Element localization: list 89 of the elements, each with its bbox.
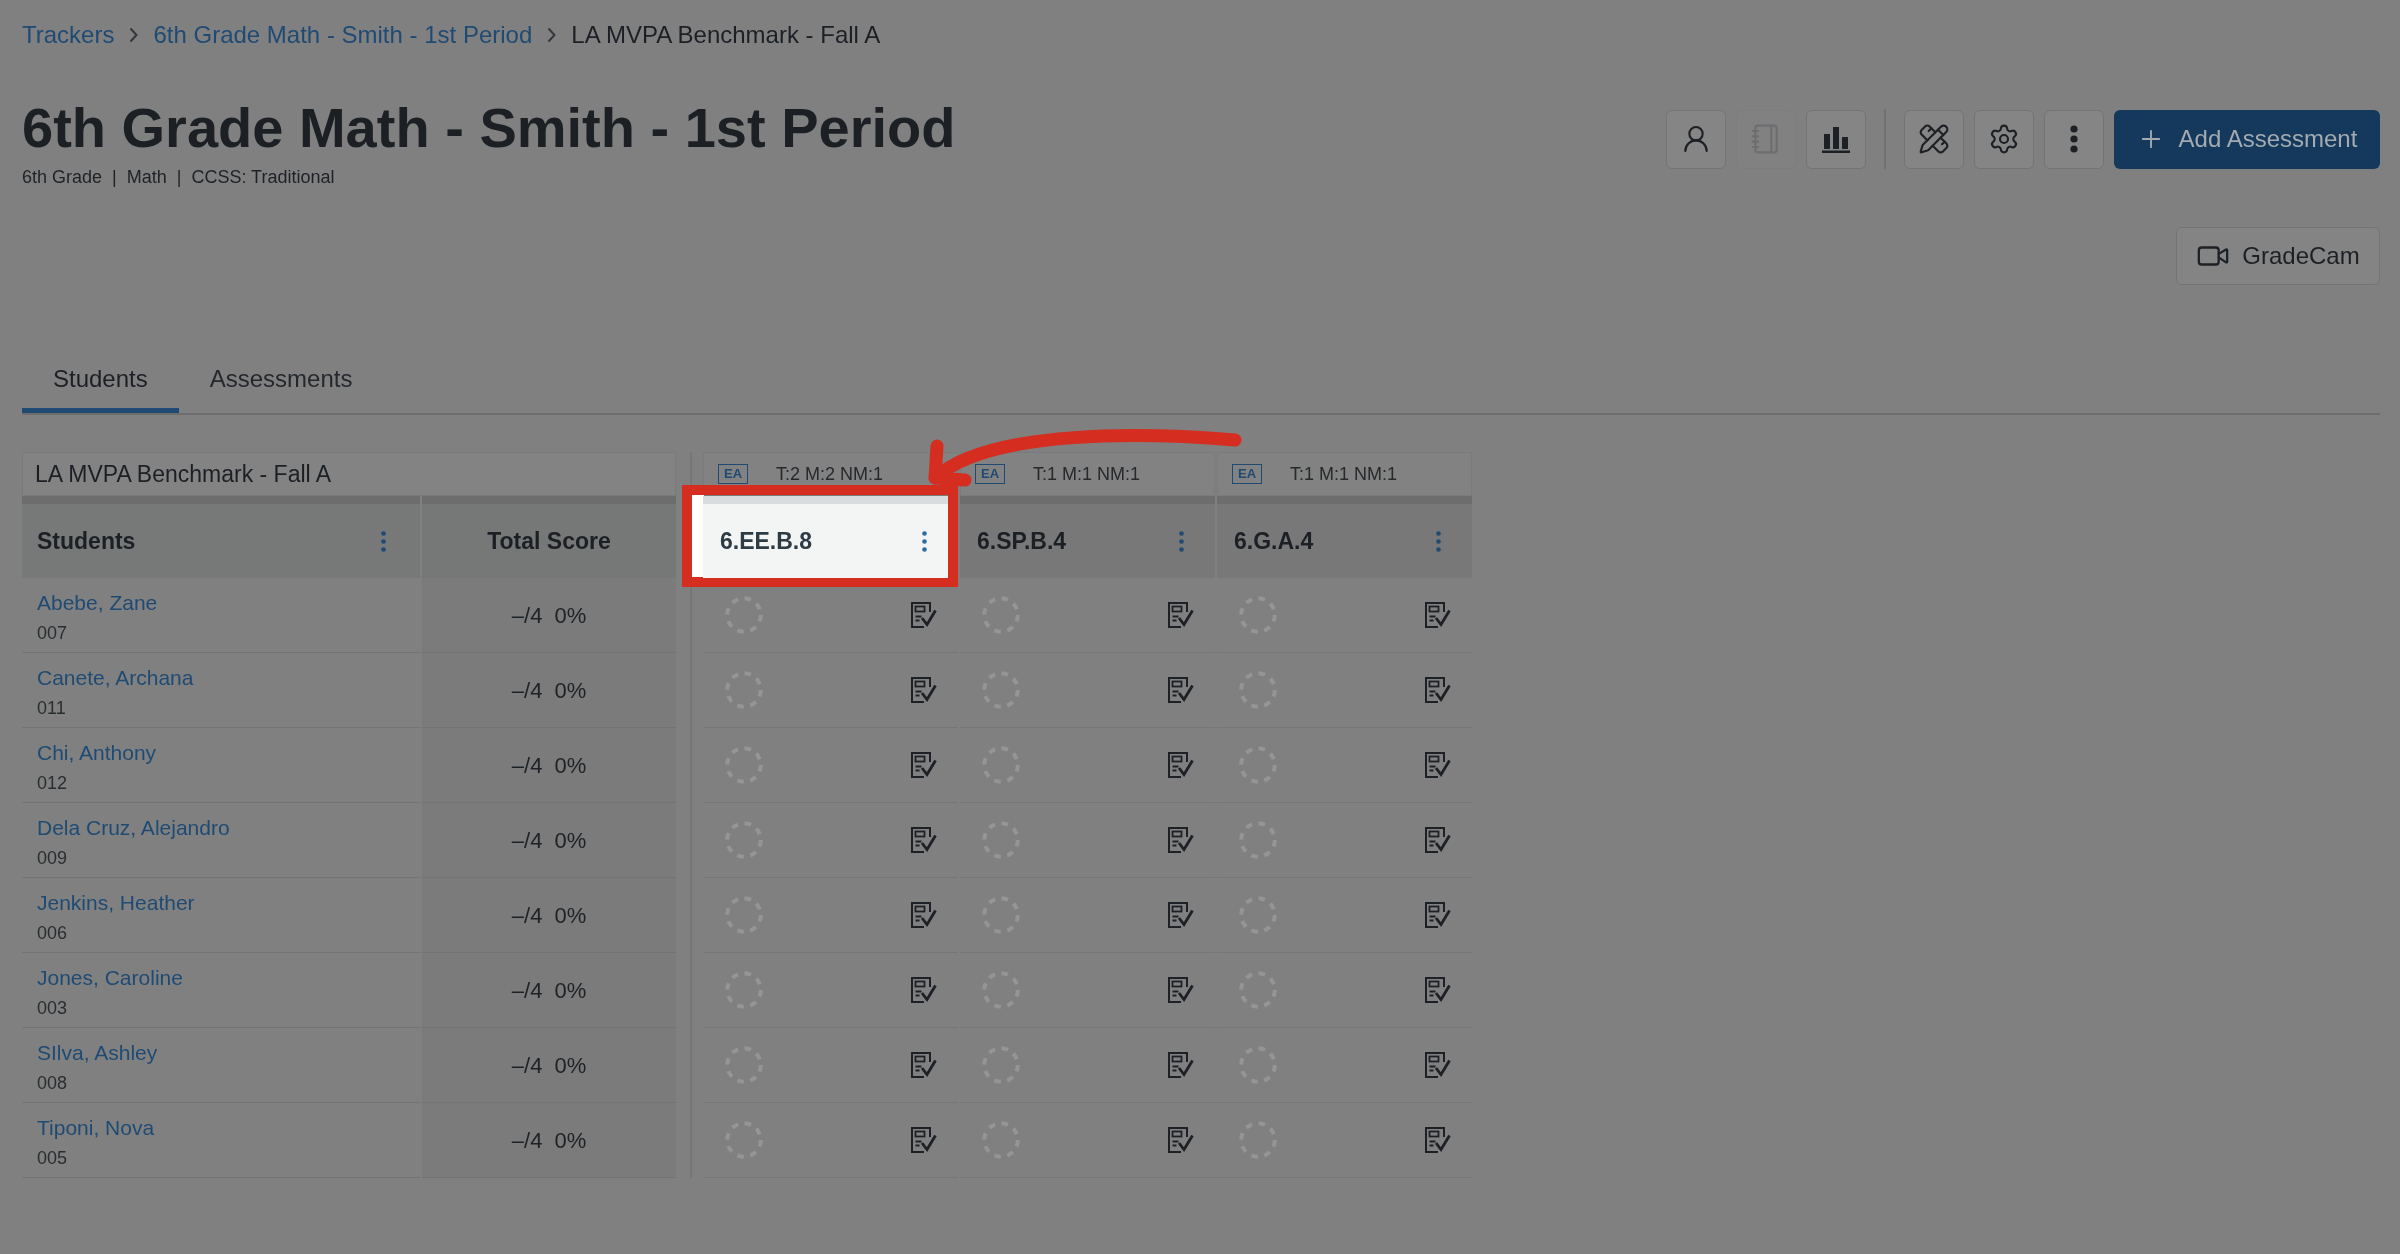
toolbar-button[interactable] (1974, 109, 2034, 169)
score-value: –/4 (511, 601, 543, 630)
document-check-icon[interactable] (910, 976, 937, 1004)
document-check-icon[interactable] (1424, 601, 1451, 629)
score-value: –/4 (511, 901, 543, 930)
score-percent: 0% (554, 751, 587, 780)
student-id: 003 (37, 997, 68, 1019)
score-value: –/4 (511, 1051, 543, 1080)
student-id: 012 (37, 772, 68, 794)
student-id: 007 (37, 622, 68, 644)
toolbar-button[interactable] (2044, 109, 2104, 169)
score-percent: 0% (554, 826, 587, 855)
mastery-counts: T:1 M:1 NM:1 (1033, 462, 1141, 486)
student-name-link[interactable]: Tiponi, Nova (37, 1115, 155, 1141)
document-check-icon[interactable] (1424, 826, 1451, 854)
document-check-icon[interactable] (1167, 976, 1194, 1004)
pencil-ruler-icon (1918, 123, 1950, 155)
document-check-icon[interactable] (1167, 751, 1194, 779)
document-check-icon[interactable] (910, 826, 937, 854)
breadcrumb-current: LA MVPA Benchmark - Fall A (571, 20, 881, 50)
document-check-icon[interactable] (1167, 1051, 1194, 1079)
score-percent: 0% (554, 676, 587, 705)
score-value: –/4 (511, 751, 543, 780)
document-check-icon[interactable] (1167, 1126, 1194, 1154)
student-name-link[interactable]: Abebe, Zane (37, 590, 158, 616)
document-check-icon[interactable] (1167, 826, 1194, 854)
kebab-icon[interactable] (922, 530, 927, 552)
document-check-icon[interactable] (1167, 676, 1194, 704)
course-details: 6th Grade | Math | CCSS: Traditional (22, 166, 336, 188)
student-name-link[interactable]: SIlva, Ashley (37, 1040, 158, 1066)
bar-chart-icon (1821, 125, 1851, 153)
page-title: 6th Grade Math - Smith - 1st Period (22, 100, 956, 156)
document-check-icon[interactable] (910, 1051, 937, 1079)
breadcrumb-link[interactable]: 6th Grade Math - Smith - 1st Period (153, 20, 533, 50)
score-percent: 0% (554, 601, 587, 630)
toolbar-button[interactable] (1904, 109, 1964, 169)
settings-icon (1988, 123, 2020, 155)
student-name-link[interactable]: Chi, Anthony (37, 740, 157, 766)
tab[interactable]: Students (22, 350, 179, 413)
tab[interactable]: Assessments (178, 350, 384, 413)
score-value: –/4 (511, 676, 543, 705)
document-check-icon[interactable] (910, 751, 937, 779)
document-check-icon[interactable] (1167, 601, 1194, 629)
document-check-icon[interactable] (910, 901, 937, 929)
score-value: –/4 (511, 1126, 543, 1155)
document-check-icon[interactable] (1424, 976, 1451, 1004)
student-name-link[interactable]: Jones, Caroline (37, 965, 183, 991)
document-check-icon[interactable] (1424, 1051, 1451, 1079)
gradecam-button[interactable]: GradeCam (2176, 227, 2380, 285)
score-value: –/4 (511, 976, 543, 1005)
document-check-icon[interactable] (1424, 676, 1451, 704)
column-title: Total Score (487, 526, 611, 556)
score-percent: 0% (554, 1051, 587, 1080)
student-id: 005 (37, 1147, 68, 1169)
assessment-type-tag: EA (975, 464, 1005, 484)
document-check-icon[interactable] (1424, 1126, 1451, 1154)
document-check-icon[interactable] (1167, 901, 1194, 929)
document-check-icon[interactable] (910, 601, 937, 629)
kebab-icon (2070, 125, 2078, 153)
mastery-counts: T:2 M:2 NM:1 (776, 462, 884, 486)
breadcrumb-link[interactable]: Trackers (22, 20, 115, 50)
document-check-icon[interactable] (910, 676, 937, 704)
document-check-icon[interactable] (1424, 751, 1451, 779)
assessment-type-tag: EA (718, 464, 748, 484)
score-value: –/4 (511, 826, 543, 855)
student-name-link[interactable]: Jenkins, Heather (37, 890, 195, 916)
student-name-link[interactable]: Dela Cruz, Alejandro (37, 815, 230, 841)
assessment-type-tag: EA (1232, 464, 1262, 484)
student-id: 009 (37, 847, 68, 869)
standard-code: 6.EE.B.8 (720, 526, 813, 556)
chevron-right-icon (547, 27, 557, 43)
assessment-title: LA MVPA Benchmark - Fall A (35, 459, 332, 489)
document-check-icon[interactable] (1424, 901, 1451, 929)
column-title: Students (37, 526, 136, 556)
document-check-icon[interactable] (910, 1126, 937, 1154)
standard-code: 6.G.A.4 (1234, 526, 1314, 556)
score-percent: 0% (554, 901, 587, 930)
mastery-counts: T:1 M:1 NM:1 (1290, 462, 1398, 486)
score-percent: 0% (554, 976, 587, 1005)
student-name-link[interactable]: Canete, Archana (37, 665, 194, 691)
student-id: 008 (37, 1072, 68, 1094)
chevron-right-icon (129, 27, 139, 43)
student-id: 006 (37, 922, 68, 944)
standard-code: 6.SP.B.4 (977, 526, 1067, 556)
toolbar-button[interactable] (1666, 109, 1726, 169)
add-assessment-button[interactable]: Add Assessment (2114, 109, 2380, 169)
student-id: 011 (37, 697, 66, 719)
toolbar-button[interactable] (1806, 109, 1866, 169)
score-percent: 0% (554, 1126, 587, 1155)
